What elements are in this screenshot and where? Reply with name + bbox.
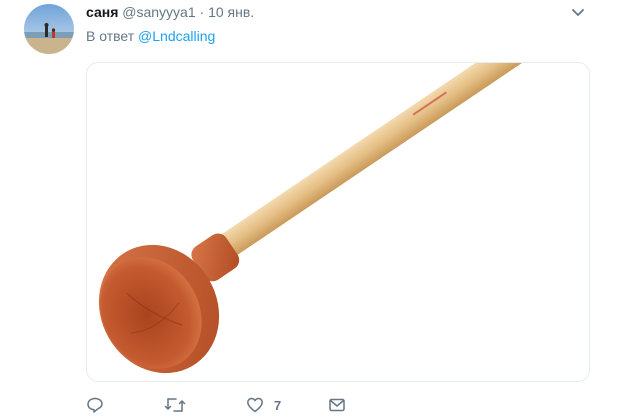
author-handle[interactable]: @sanyyya1: [122, 4, 195, 20]
message-icon: [328, 396, 346, 414]
reply-icon: [86, 396, 104, 414]
retweet-button[interactable]: [164, 395, 196, 415]
tweet-media[interactable]: [86, 62, 590, 382]
reply-to-link[interactable]: @Lndcalling: [138, 28, 215, 44]
like-button[interactable]: 7: [246, 395, 281, 415]
chevron-down-icon[interactable]: [570, 6, 586, 20]
avatar[interactable]: [24, 4, 74, 54]
retweet-icon: [164, 396, 186, 414]
reply-prefix: В ответ: [86, 28, 135, 44]
tweet-header: саня @sanyyya1 · 10 янв.: [86, 4, 582, 24]
like-icon: [246, 396, 264, 414]
tweet-actions: 7: [86, 395, 486, 415]
avatar-image: [24, 4, 74, 54]
reply-button[interactable]: [86, 395, 114, 415]
separator: ·: [199, 4, 205, 20]
like-count: 7: [274, 397, 282, 413]
plunger-image: [98, 63, 568, 374]
author-name[interactable]: саня: [86, 4, 118, 20]
message-button[interactable]: [328, 395, 356, 415]
reply-context: В ответ @Lndcalling: [86, 28, 215, 44]
tweet-date[interactable]: 10 янв.: [208, 4, 254, 20]
